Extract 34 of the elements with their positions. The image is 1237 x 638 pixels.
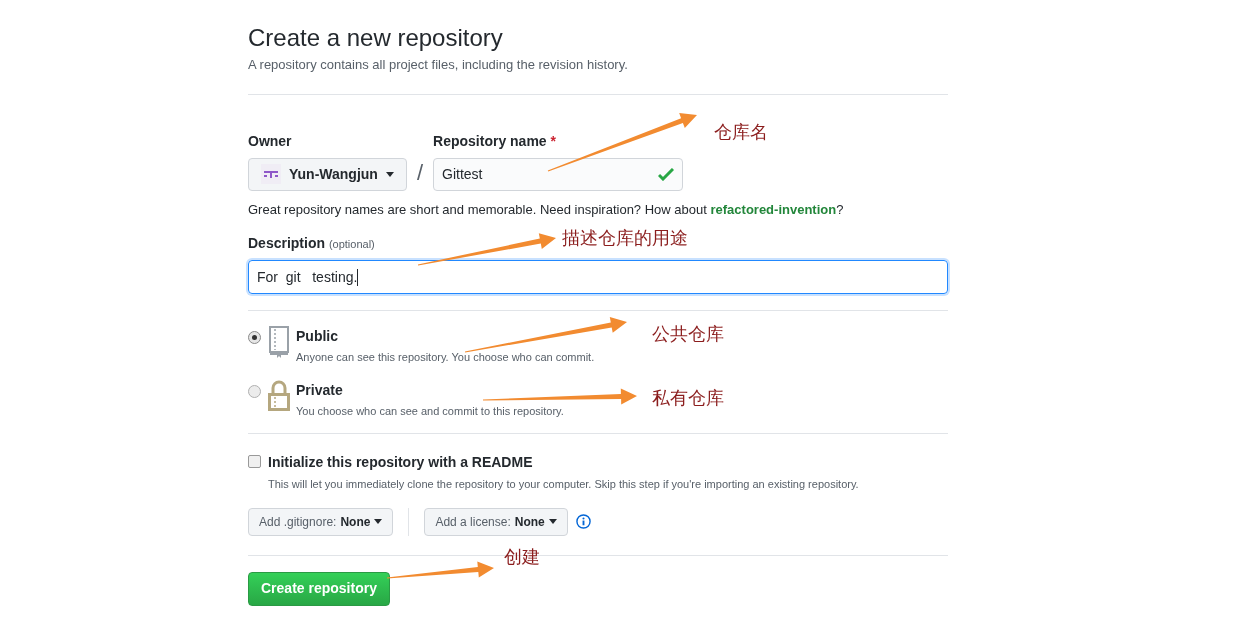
slash-separator: / bbox=[416, 158, 424, 187]
annotation-label: 创建 bbox=[504, 545, 540, 569]
caret-icon bbox=[374, 519, 383, 524]
readme-description: This will let you immediately clone the repository to your computer. Skip this step if you're importing an existing repository. bbox=[268, 477, 859, 492]
annotation-label: 私有仓库 bbox=[652, 386, 724, 410]
lock-icon bbox=[267, 379, 291, 412]
caret-icon bbox=[385, 171, 394, 177]
book-icon bbox=[267, 326, 291, 358]
radio-button[interactable] bbox=[248, 384, 261, 398]
check-icon bbox=[658, 167, 675, 181]
caret-icon bbox=[548, 519, 557, 524]
visibility-description: Anyone can see this repository. You choose who can commit. bbox=[296, 350, 595, 365]
page-title: Create a new repository bbox=[248, 24, 503, 52]
name-hint: Great repository names are short and memorable. Need inspiration? How about refactored-invention? bbox=[248, 200, 844, 219]
radio-button[interactable] bbox=[248, 331, 261, 344]
annotation-label: 仓库名 bbox=[714, 120, 768, 144]
description-field[interactable]: For git testing. bbox=[248, 260, 948, 294]
owner-avatar-icon bbox=[261, 164, 281, 184]
owner-label: Owner bbox=[248, 131, 292, 151]
page-subtitle: A repository contains all project files, including the revision history. bbox=[248, 56, 628, 74]
description-label: Description (optional) bbox=[248, 234, 375, 253]
select-dropdown[interactable]: Add .gitignore: None bbox=[248, 507, 394, 536]
visibility-title: Private bbox=[296, 380, 343, 400]
visibility-title: Public bbox=[296, 327, 338, 346]
repository-name-label: Repository name * bbox=[433, 131, 556, 151]
owner-dropdown[interactable]: Yun-Wangjun bbox=[248, 157, 407, 191]
info-icon[interactable] bbox=[575, 514, 591, 529]
annotation-label: 公共仓库 bbox=[652, 322, 724, 346]
readme-label: Initialize this repository with a README bbox=[268, 453, 533, 472]
annotation-label: 描述仓库的用途 bbox=[562, 226, 688, 250]
visibility-description: You choose who can see and commit to this repository. bbox=[296, 403, 564, 419]
select-dropdown[interactable]: Add a license: None bbox=[424, 507, 568, 536]
readme-checkbox[interactable] bbox=[248, 455, 261, 468]
repository-name-field[interactable]: Gittest bbox=[433, 157, 684, 191]
